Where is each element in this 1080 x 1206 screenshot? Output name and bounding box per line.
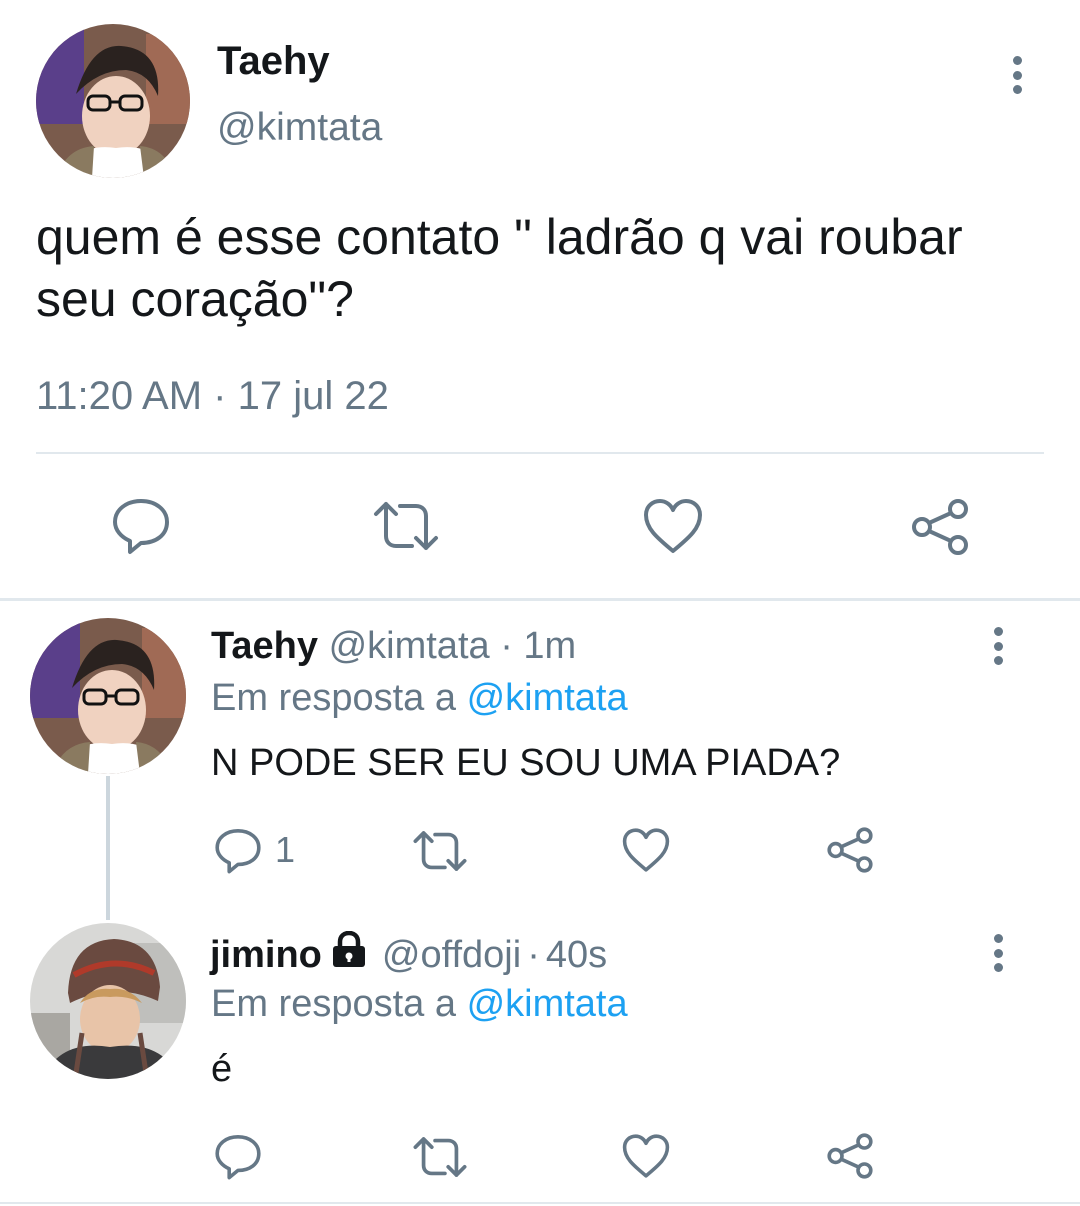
reply-header: jimino @offdoji · 40s	[210, 930, 607, 979]
separator: ·	[500, 625, 513, 667]
reply-header: Taehy @kimtata · 1m	[211, 624, 576, 668]
divider	[36, 452, 1044, 454]
avatar[interactable]	[30, 618, 186, 774]
reply-prefix: Em resposta a	[211, 983, 456, 1025]
retweet-icon[interactable]	[412, 828, 468, 874]
user-handle[interactable]: @kimtata	[329, 625, 490, 667]
tweet-text: é	[211, 1048, 233, 1090]
user-handle[interactable]: @kimtata	[217, 106, 382, 150]
separator: ·	[527, 934, 540, 976]
like-icon[interactable]	[621, 827, 671, 873]
reply-context: Em resposta a @kimtata	[211, 676, 628, 720]
tweet-text: N PODE SER EU SOU UMA PIADA?	[211, 742, 841, 784]
tweet-text: quem é esse contato " ladrão q vai rouba…	[36, 209, 963, 327]
avatar[interactable]	[30, 923, 186, 1079]
reply-count: 1	[275, 829, 296, 870]
reply-prefix: Em resposta a	[211, 677, 456, 719]
share-icon[interactable]	[908, 497, 972, 557]
divider	[0, 1202, 1080, 1204]
user-handle[interactable]: @offdoji	[382, 933, 521, 977]
display-name[interactable]: jimino	[210, 933, 322, 977]
more-options-icon[interactable]	[1011, 56, 1023, 94]
reply-icon[interactable]	[213, 1132, 263, 1180]
more-options-icon[interactable]	[992, 627, 1004, 665]
reply-icon[interactable]	[110, 495, 172, 557]
tweet-time[interactable]: 40s	[546, 933, 607, 977]
retweet-icon[interactable]	[412, 1134, 468, 1180]
tweet-time[interactable]: 1m	[523, 625, 576, 667]
reply-icon	[213, 826, 263, 874]
reply-context: Em resposta a @kimtata	[211, 982, 628, 1026]
like-icon[interactable]	[642, 497, 704, 555]
tweet-timestamp[interactable]: 11:20 AM · 17 jul 22	[36, 373, 389, 419]
avatar[interactable]	[36, 24, 190, 178]
thread-line	[106, 776, 110, 920]
retweet-icon[interactable]	[372, 498, 440, 554]
more-options-icon[interactable]	[992, 934, 1004, 972]
like-icon[interactable]	[621, 1133, 671, 1179]
display-name[interactable]: Taehy	[217, 38, 330, 84]
display-name[interactable]: Taehy	[211, 625, 318, 667]
share-icon[interactable]	[824, 826, 876, 874]
lock-icon	[330, 930, 368, 979]
mention-link[interactable]: @kimtata	[467, 677, 628, 719]
section-divider	[0, 598, 1080, 601]
share-icon[interactable]	[824, 1132, 876, 1180]
mention-link[interactable]: @kimtata	[467, 983, 628, 1025]
reply-button[interactable]: 1	[213, 826, 295, 874]
